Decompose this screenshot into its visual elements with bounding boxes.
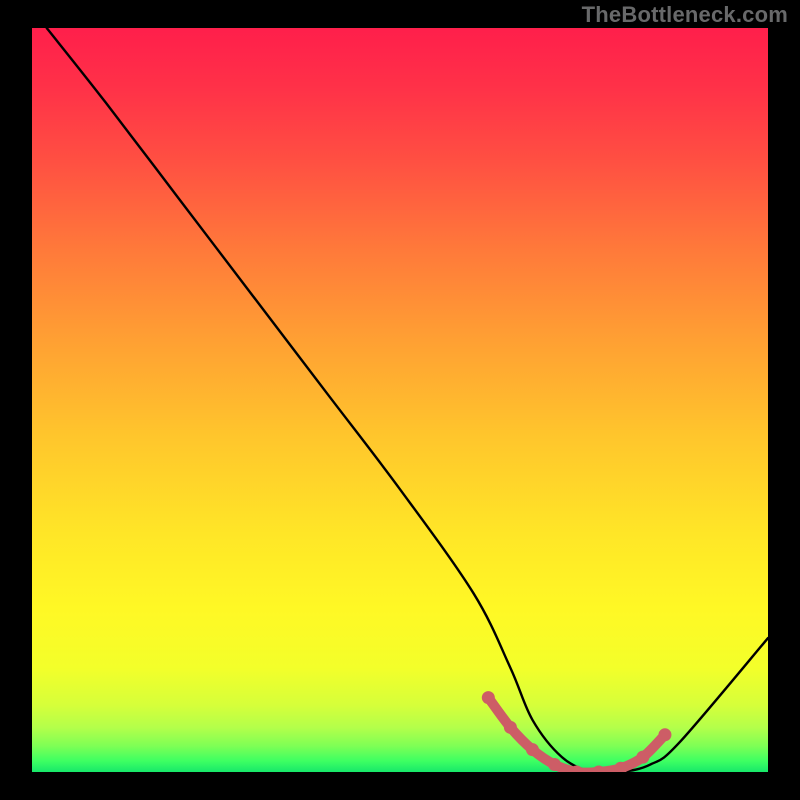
chart-stage: TheBottleneck.com: [0, 0, 800, 800]
watermark-text: TheBottleneck.com: [582, 2, 788, 28]
highlight-point: [526, 743, 539, 756]
highlight-point: [614, 762, 627, 775]
highlight-point: [482, 691, 495, 704]
heat-gradient: [32, 28, 768, 772]
highlight-point: [548, 758, 561, 771]
bottleneck-chart: [0, 0, 800, 800]
highlight-point: [658, 728, 671, 741]
highlight-point: [570, 766, 583, 779]
highlight-point: [636, 751, 649, 764]
highlight-point: [592, 766, 605, 779]
highlight-point: [504, 721, 517, 734]
